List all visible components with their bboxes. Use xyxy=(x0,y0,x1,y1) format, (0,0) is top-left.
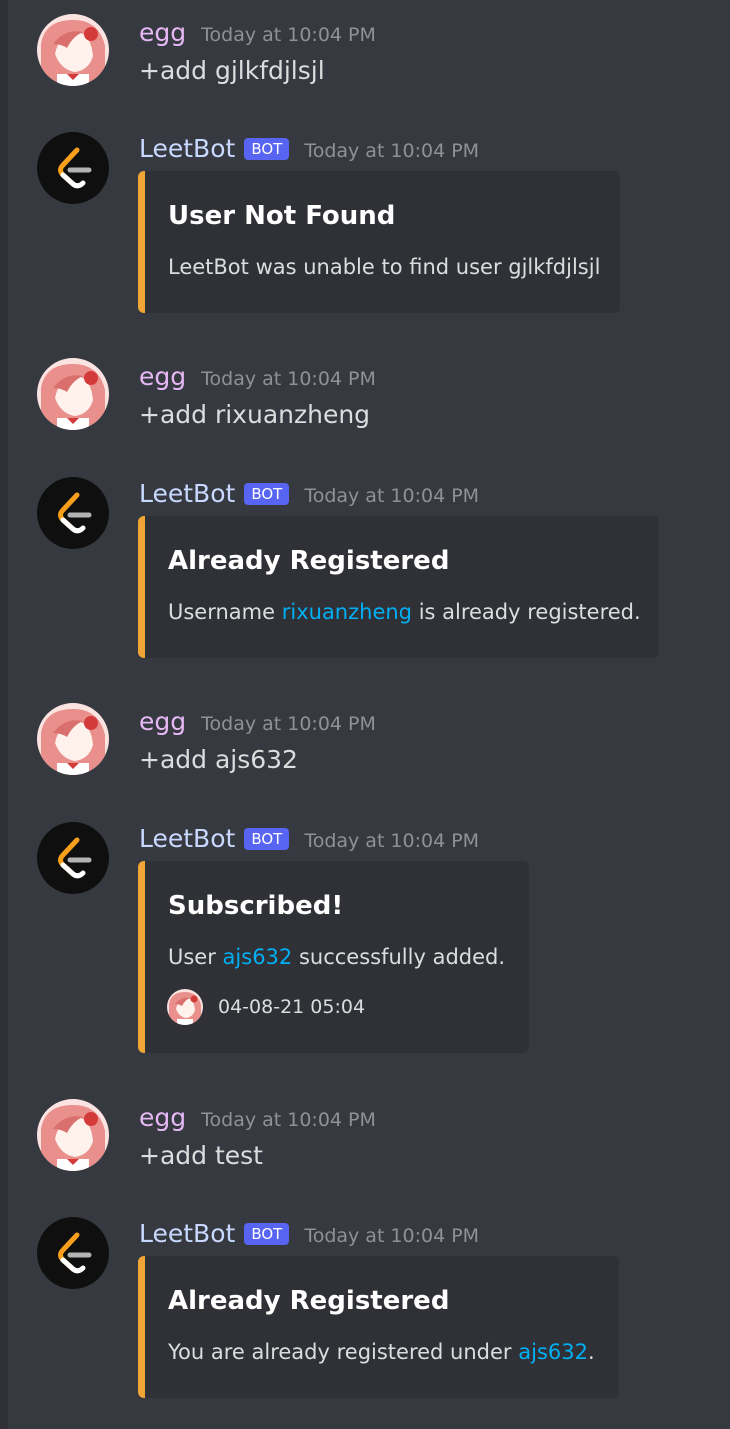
embed-title: User Not Found xyxy=(168,201,396,231)
username[interactable]: egg xyxy=(139,18,186,48)
embed-description-text: is already registered. xyxy=(412,600,641,624)
message-header: egg Today at 10:04 PM xyxy=(139,707,376,737)
message-header: LeetBot BOT Today at 10:04 PM xyxy=(139,479,479,509)
embed-description-text: . xyxy=(587,1340,595,1364)
message-egg-3: egg Today at 10:04 PM +add ajs632 xyxy=(0,703,730,783)
leetcode-logo-icon[interactable] xyxy=(37,132,109,204)
timestamp: Today at 10:04 PM xyxy=(304,1225,480,1247)
bot-tag: BOT xyxy=(244,1223,290,1245)
embed-title: Subscribed! xyxy=(168,891,344,921)
anime-girl-avatar-icon[interactable] xyxy=(37,14,109,86)
username[interactable]: LeetBot xyxy=(139,1219,235,1249)
timestamp: Today at 10:04 PM xyxy=(304,485,480,507)
message-egg-2: egg Today at 10:04 PM +add rixuanzheng xyxy=(0,358,730,438)
username-link[interactable]: rixuanzheng xyxy=(282,600,412,624)
message-leetbot-2: LeetBot BOT Today at 10:04 PM Already Re… xyxy=(0,475,730,659)
message-leetbot-4: LeetBot BOT Today at 10:04 PM Already Re… xyxy=(0,1215,730,1399)
bot-tag: BOT xyxy=(244,138,290,160)
bot-tag: BOT xyxy=(244,483,290,505)
embed-description: LeetBot was unable to find user gjlkfdjl… xyxy=(168,255,601,279)
message-leetbot-3: LeetBot BOT Today at 10:04 PM Subscribed… xyxy=(0,820,730,1054)
timestamp: Today at 10:04 PM xyxy=(201,1109,376,1131)
username[interactable]: egg xyxy=(139,707,186,737)
embed-title: Already Registered xyxy=(168,1286,450,1316)
embed-title: Already Registered xyxy=(168,546,450,576)
message-text: +add rixuanzheng xyxy=(139,400,371,429)
message-header: LeetBot BOT Today at 10:04 PM xyxy=(139,134,479,164)
leetcode-logo-icon[interactable] xyxy=(37,1217,109,1289)
embed-footer: 04-08-21 05:04 xyxy=(167,989,365,1025)
embed-description-text: successfully added. xyxy=(292,945,506,969)
leetcode-logo-icon[interactable] xyxy=(37,822,109,894)
embed-description: You are already registered under ajs632. xyxy=(168,1340,595,1364)
username[interactable]: egg xyxy=(139,362,186,392)
anime-girl-avatar-icon xyxy=(167,989,203,1025)
message-header: egg Today at 10:04 PM xyxy=(139,362,376,392)
message-text: +add ajs632 xyxy=(139,745,298,774)
message-egg-4: egg Today at 10:04 PM +add test xyxy=(0,1099,730,1179)
message-leetbot-1: LeetBot BOT Today at 10:04 PM User Not F… xyxy=(0,130,730,314)
message-header: LeetBot BOT Today at 10:04 PM xyxy=(139,1219,479,1249)
embed-description-text: You are already registered under xyxy=(168,1340,519,1364)
username[interactable]: egg xyxy=(139,1103,186,1133)
embed-description: Username rixuanzheng is already register… xyxy=(168,600,641,624)
message-text: +add gjlkfdjlsjl xyxy=(139,56,325,85)
embed-description-text: User xyxy=(168,945,223,969)
timestamp: Today at 10:04 PM xyxy=(201,24,376,46)
message-text: +add test xyxy=(139,1141,263,1170)
username-link[interactable]: ajs632 xyxy=(223,945,293,969)
message-header: egg Today at 10:04 PM xyxy=(139,1103,376,1133)
message-header: egg Today at 10:04 PM xyxy=(139,18,376,48)
username-link[interactable]: ajs632 xyxy=(518,1340,588,1364)
embed: Subscribed! User ajs632 successfully add… xyxy=(138,861,529,1053)
anime-girl-avatar-icon[interactable] xyxy=(37,1099,109,1171)
bot-tag: BOT xyxy=(244,828,290,850)
message-egg-1: egg Today at 10:04 PM +add gjlkfdjlsjl xyxy=(0,14,730,94)
anime-girl-avatar-icon[interactable] xyxy=(37,358,109,430)
embed-description: User ajs632 successfully added. xyxy=(168,945,505,969)
username[interactable]: LeetBot xyxy=(139,479,235,509)
timestamp: Today at 10:04 PM xyxy=(201,368,376,390)
embed: User Not Found LeetBot was unable to fin… xyxy=(138,171,620,313)
timestamp: Today at 10:04 PM xyxy=(304,830,480,852)
embed-description-text: Username xyxy=(168,600,282,624)
timestamp: Today at 10:04 PM xyxy=(304,140,480,162)
leetcode-logo-icon[interactable] xyxy=(37,477,109,549)
username[interactable]: LeetBot xyxy=(139,824,235,854)
embed: Already Registered Username rixuanzheng … xyxy=(138,516,659,658)
username[interactable]: LeetBot xyxy=(139,134,235,164)
embed: Already Registered You are already regis… xyxy=(138,1256,619,1398)
embed-footer-timestamp: 04-08-21 05:04 xyxy=(218,996,366,1018)
message-header: LeetBot BOT Today at 10:04 PM xyxy=(139,824,479,854)
timestamp: Today at 10:04 PM xyxy=(201,713,376,735)
anime-girl-avatar-icon[interactable] xyxy=(37,703,109,775)
